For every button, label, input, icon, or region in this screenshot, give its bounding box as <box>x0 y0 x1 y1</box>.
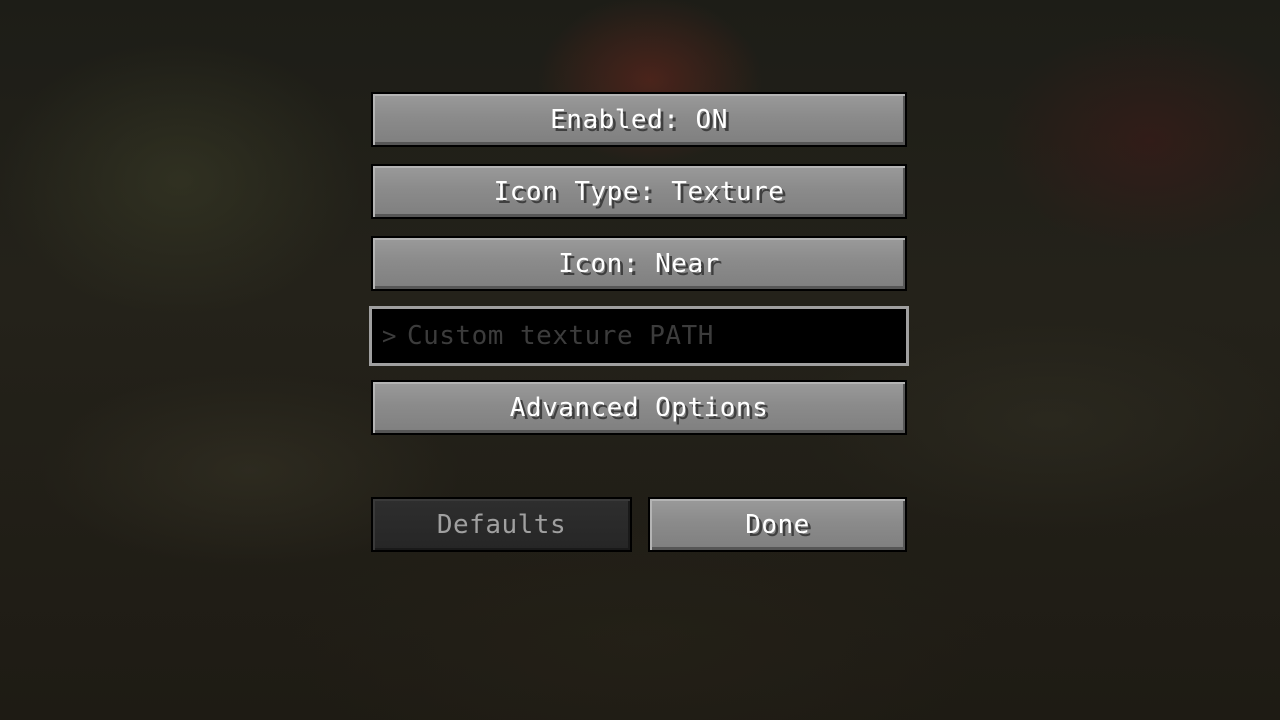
done-button[interactable]: Done <box>648 497 907 552</box>
advanced-options-button[interactable]: Advanced Options <box>371 380 907 435</box>
icon-type-label: Icon Type: Texture <box>493 176 785 207</box>
enabled-toggle-label: Enabled: ON <box>550 104 728 135</box>
defaults-button[interactable]: Defaults <box>371 497 632 552</box>
advanced-options-label: Advanced Options <box>509 392 769 423</box>
done-label: Done <box>745 509 810 540</box>
enabled-toggle-button[interactable]: Enabled: ON <box>371 92 907 147</box>
chevron-right-icon: > <box>382 322 397 350</box>
icon-label: Icon: Near <box>558 248 720 279</box>
custom-texture-path-input[interactable]: > Custom texture PATH <box>369 306 909 366</box>
icon-type-button[interactable]: Icon Type: Texture <box>371 164 907 219</box>
icon-button[interactable]: Icon: Near <box>371 236 907 291</box>
custom-texture-path-placeholder: Custom texture PATH <box>406 321 714 351</box>
defaults-label: Defaults <box>436 509 567 540</box>
